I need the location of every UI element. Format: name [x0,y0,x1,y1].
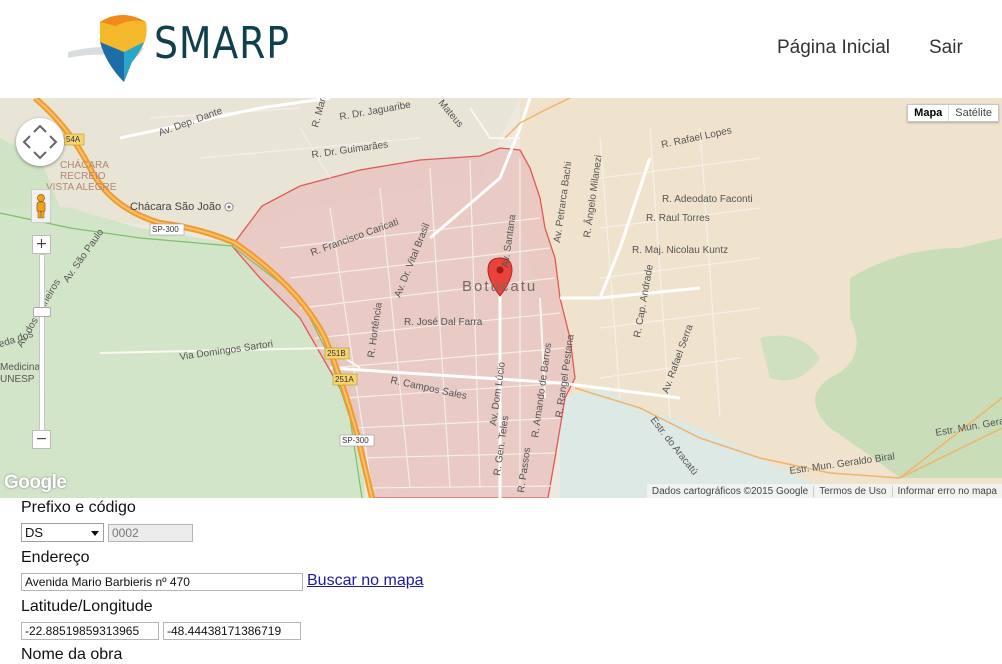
highway-label: SP-300 [342,436,369,445]
area-label: RECREIO [60,171,106,182]
map-data-credit: Dados cartográficos ©2015 Google [647,486,813,497]
map-canvas[interactable]: Botucatu Av. Dep. Dante R. Dr. Jaguaribe… [0,98,1002,498]
map-attribution: Dados cartográficos ©2015 Google Termos … [647,484,1002,498]
latlng-label: Latitude/Longitude [21,598,153,616]
zoom-in-button[interactable]: + [32,235,51,254]
highway-label: SP-300 [152,225,179,234]
poi-label: UNESP [0,374,35,385]
google-logo[interactable]: Google [4,472,66,494]
report-map-error-link[interactable]: Informar erro no mapa [892,486,1002,497]
road-label: R. Maj. Nicolau Kuntz [632,245,728,256]
area-label: CHÁCARA [60,158,109,171]
city-label: Botucatu [462,278,537,295]
highway-label: 251A [335,375,354,384]
terms-of-use-link[interactable]: Termos de Uso [813,486,891,497]
street-view-pegman-icon[interactable] [31,189,51,223]
map-type-map-button[interactable]: Mapa [908,105,949,121]
zoom-out-button[interactable]: − [32,430,51,449]
latitude-input[interactable]: -22.88519859313965 [21,622,159,640]
prefix-select[interactable]: DS [21,523,104,542]
nav-home-link[interactable]: Página Inicial [777,37,890,59]
area-label: VISTA ALEGRE [46,182,117,193]
pan-control[interactable] [16,118,64,166]
pan-arrows-icon [16,118,64,166]
map-type-control: Mapa Satélite [907,104,999,122]
address-label: Endereço [21,549,90,567]
road-label: R. Adeodato Faconti [662,194,753,205]
work-name-label: Nome da obra [21,646,122,664]
zoom-slider-handle[interactable] [33,307,51,317]
zoom-slider-track[interactable] [39,254,45,432]
search-on-map-link[interactable]: Buscar no mapa [307,572,424,590]
highway-label: 251B [327,349,346,358]
code-field[interactable]: 0002 [108,524,193,542]
prefix-select-value: DS [25,525,43,540]
map-view[interactable]: Botucatu Av. Dep. Dante R. Dr. Jaguaribe… [0,98,1002,498]
road-label: R. Raul Torres [646,213,710,224]
nav-logout-link[interactable]: Sair [929,37,963,59]
longitude-input[interactable]: -48.44438171386719 [163,622,301,640]
address-input[interactable]: Avenida Mario Barbieris nº 470 [21,573,303,591]
top-header: SMARP Página Inicial Sair [0,0,1002,98]
poi-label: Medicina [0,362,40,373]
dropdown-arrow-icon [91,531,99,536]
map-type-satellite-button[interactable]: Satélite [949,105,998,121]
poi-label: Chácara São João [130,201,221,213]
road-label: R. José Dal Farra [404,317,483,328]
highway-label: 54A [66,135,81,144]
logo-text: SMARP [154,22,290,66]
prefix-code-label: Prefixo e código [21,499,136,517]
